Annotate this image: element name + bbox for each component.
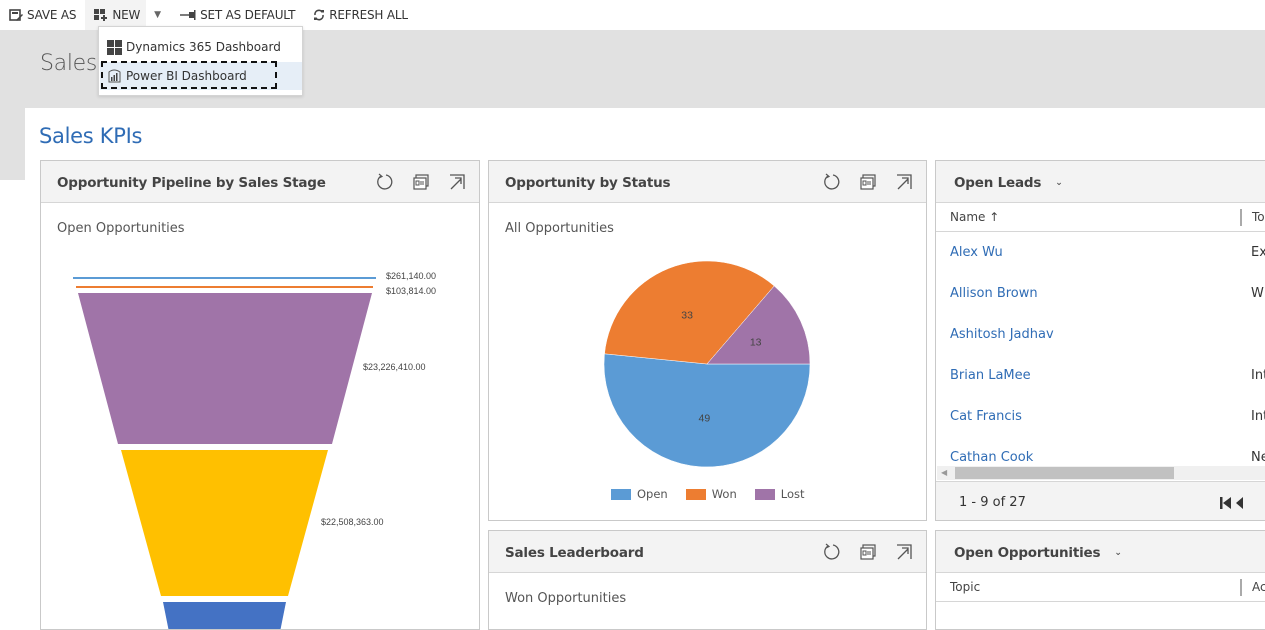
chevron-down-icon: ⌄ bbox=[1055, 178, 1063, 188]
view-title: Open Leads bbox=[954, 175, 1042, 191]
lead-name-link[interactable]: Cat Francis bbox=[950, 409, 1022, 424]
table-row[interactable]: Ashitosh Jadhav bbox=[936, 315, 1265, 356]
lead-topic: Ne bbox=[1251, 450, 1265, 465]
lead-topic: W bbox=[1251, 286, 1264, 301]
funnel-chart: $261,140.00 $103,814.00 $23,226,410.00 $22,… bbox=[73, 271, 436, 630]
funnel-data-label: $23,226,410.00 bbox=[363, 362, 426, 372]
legend-label: Open bbox=[637, 487, 668, 501]
pie-chart: 49 33 13 bbox=[603, 260, 811, 468]
save-as-icon bbox=[9, 8, 23, 21]
column-resize-handle[interactable] bbox=[1240, 579, 1242, 596]
lead-topic: Int bbox=[1251, 368, 1265, 383]
funnel-stage[interactable] bbox=[163, 602, 286, 630]
dashboard-title: Sales KPIs bbox=[39, 124, 143, 148]
open-leads-card: Open Leads ⌄ Name ↑ To Alex Wu Ex Allison… bbox=[935, 160, 1265, 521]
pie-data-label: 13 bbox=[750, 337, 762, 349]
menu-item-label: Power BI Dashboard bbox=[126, 69, 247, 83]
column-header-topic[interactable]: To bbox=[1252, 210, 1265, 224]
scroll-left-icon[interactable]: ◀ bbox=[941, 468, 947, 477]
funnel-stage[interactable] bbox=[78, 293, 372, 444]
column-header-name[interactable]: Name ↑ bbox=[950, 210, 999, 224]
sales-leaderboard-card: Sales Leaderboard Won Opportunities bbox=[488, 530, 927, 630]
pie-data-label: 49 bbox=[699, 412, 711, 424]
chart-legend: Open Won Lost bbox=[611, 487, 805, 501]
refresh-all-icon bbox=[314, 9, 325, 21]
lead-topic: Int bbox=[1251, 409, 1265, 424]
pie-data-label: 33 bbox=[681, 309, 693, 321]
legend-swatch bbox=[685, 488, 706, 500]
lead-name-link[interactable]: Ashitosh Jadhav bbox=[950, 327, 1054, 342]
first-page-icon[interactable] bbox=[1220, 497, 1231, 509]
pie-slice-open[interactable] bbox=[603, 353, 811, 468]
lead-topic: Ex bbox=[1251, 245, 1265, 260]
status-chart-card: Opportunity by Status All Opportunities … bbox=[488, 160, 927, 521]
tiles-icon bbox=[107, 39, 122, 55]
save-as-label: SAVE AS bbox=[27, 8, 77, 22]
menu-item-power-bi-dashboard[interactable]: Power BI Dashboard bbox=[100, 62, 302, 90]
table-row[interactable]: Allison Brown W bbox=[936, 274, 1265, 315]
funnel-data-label: $103,814.00 bbox=[386, 286, 436, 296]
card-title: Sales Leaderboard bbox=[505, 545, 644, 561]
funnel-data-label: $22,508,363.00 bbox=[321, 517, 384, 527]
grid-footer: 1 - 9 of 27 bbox=[936, 481, 1265, 520]
view-title: Open Opportunities bbox=[954, 545, 1101, 561]
lead-name-link[interactable]: Cathan Cook bbox=[950, 450, 1033, 465]
horizontal-scrollbar[interactable]: ◀ bbox=[937, 466, 1265, 480]
refresh-all-button[interactable]: REFRESH ALL bbox=[304, 0, 417, 30]
chevron-down-icon: ⌄ bbox=[1114, 548, 1122, 558]
save-as-button[interactable]: SAVE AS bbox=[0, 0, 85, 30]
legend-label: Lost bbox=[780, 487, 805, 501]
previous-page-icon[interactable] bbox=[1235, 497, 1244, 509]
pin-icon bbox=[180, 10, 196, 20]
column-header-topic[interactable]: Topic bbox=[950, 580, 980, 594]
record-count: 1 - 9 of 27 bbox=[959, 495, 1026, 510]
expand-icon[interactable] bbox=[894, 542, 914, 562]
grid-header: Name ↑ To bbox=[936, 203, 1265, 232]
funnel-stage[interactable] bbox=[76, 286, 373, 288]
card-header: Open Opportunities ⌄ bbox=[936, 531, 1265, 573]
table-row[interactable]: Cat Francis Int bbox=[936, 397, 1265, 438]
funnel-stage[interactable] bbox=[121, 450, 328, 596]
open-opportunities-card: Open Opportunities ⌄ Topic Ac bbox=[935, 530, 1265, 630]
menu-item-dynamics-365-dashboard[interactable]: Dynamics 365 Dashboard bbox=[100, 33, 302, 61]
legend-item-open[interactable]: Open bbox=[611, 487, 668, 501]
funnel-stage[interactable] bbox=[73, 277, 376, 279]
card-header: Sales Leaderboard bbox=[489, 531, 926, 573]
column-header-account[interactable]: Ac bbox=[1252, 580, 1265, 594]
set-as-default-label: SET AS DEFAULT bbox=[200, 8, 296, 22]
chart-subtitle: Won Opportunities bbox=[505, 591, 627, 606]
lead-name-link[interactable]: Alex Wu bbox=[950, 245, 1003, 260]
table-row[interactable]: Brian LaMee Int bbox=[936, 356, 1265, 397]
grid-header: Topic Ac bbox=[936, 573, 1265, 602]
refresh-all-label: REFRESH ALL bbox=[329, 8, 408, 22]
scrollbar-thumb[interactable] bbox=[955, 467, 1174, 479]
lead-name-link[interactable]: Allison Brown bbox=[950, 286, 1038, 301]
legend-item-lost[interactable]: Lost bbox=[754, 487, 805, 501]
table-row[interactable]: Alex Wu Ex bbox=[936, 233, 1265, 274]
new-label: NEW bbox=[112, 8, 141, 22]
lead-name-link[interactable]: Brian LaMee bbox=[950, 368, 1031, 383]
column-resize-handle[interactable] bbox=[1240, 209, 1242, 226]
legend-label: Won bbox=[711, 487, 737, 501]
view-records-icon[interactable] bbox=[858, 542, 878, 562]
legend-item-won[interactable]: Won bbox=[685, 487, 737, 501]
dashboard-selector[interactable]: Sales bbox=[40, 51, 97, 76]
funnel-data-label: $261,140.00 bbox=[386, 271, 436, 281]
new-dashboard-menu: Dynamics 365 Dashboard Power BI Dashboar… bbox=[98, 26, 303, 96]
view-selector[interactable]: Open Leads ⌄ bbox=[954, 175, 1063, 191]
pipeline-chart-card: Opportunity Pipeline by Sales Stage Open… bbox=[40, 160, 480, 630]
refresh-icon[interactable] bbox=[822, 542, 842, 562]
powerbi-icon bbox=[108, 69, 121, 83]
menu-item-label: Dynamics 365 Dashboard bbox=[126, 40, 281, 54]
legend-swatch bbox=[754, 488, 775, 500]
legend-swatch bbox=[611, 488, 631, 500]
view-selector[interactable]: Open Opportunities ⌄ bbox=[954, 545, 1122, 561]
card-header: Open Leads ⌄ bbox=[936, 161, 1265, 203]
new-dashboard-icon bbox=[94, 9, 108, 21]
